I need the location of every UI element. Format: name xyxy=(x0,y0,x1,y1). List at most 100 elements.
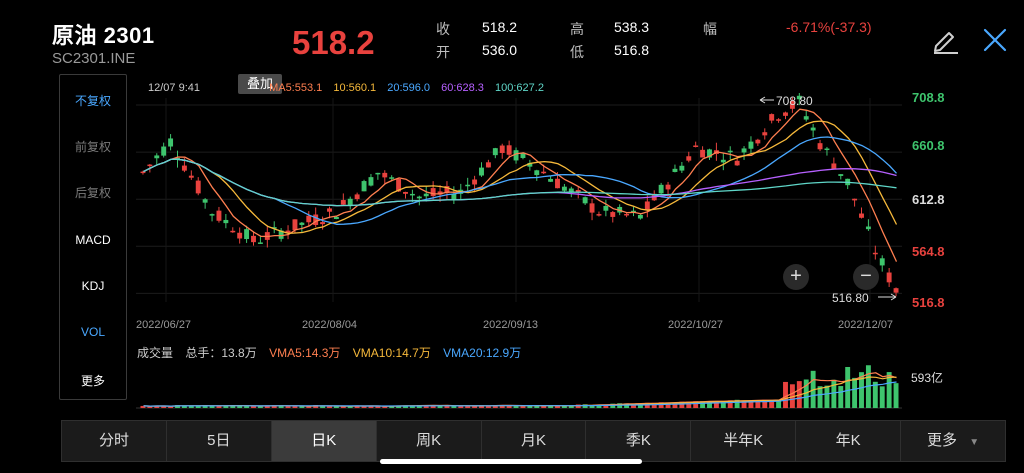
volume-label: 成交量 xyxy=(137,346,174,360)
tab-halfyear-k[interactable]: 半年K xyxy=(691,421,797,461)
candle-body xyxy=(872,252,878,255)
tab-daily-k[interactable]: 日K xyxy=(271,421,377,461)
vma10-legend: VMA10:14.7万 xyxy=(352,346,431,360)
volume-bar xyxy=(852,377,858,408)
candle-body xyxy=(257,242,263,244)
candle-body xyxy=(327,208,332,212)
candle-body xyxy=(575,190,581,192)
candle-body xyxy=(693,145,699,147)
candle-body xyxy=(154,155,160,159)
x-tick-label: 2022/12/07 xyxy=(838,319,893,331)
candle-body xyxy=(506,145,512,155)
vma20-legend: VMA20:12.9万 xyxy=(443,346,522,360)
candle-body xyxy=(472,179,478,185)
candle-body xyxy=(320,222,326,225)
candle-body xyxy=(340,200,346,205)
candle-body xyxy=(479,167,484,176)
volume-axis-max: 593亿 xyxy=(911,371,944,385)
candle-body xyxy=(251,235,256,243)
volume-bar xyxy=(824,385,830,408)
candle-body xyxy=(492,148,498,156)
volume-bar xyxy=(168,406,174,408)
candle-body xyxy=(555,178,560,189)
candle-body xyxy=(589,203,595,213)
candle-body xyxy=(700,149,706,158)
candle-body xyxy=(865,226,871,230)
volume-bar xyxy=(320,406,326,408)
candle-body xyxy=(409,193,415,196)
candle-body xyxy=(244,229,250,240)
candle-body xyxy=(734,160,740,166)
candle-body xyxy=(893,288,899,293)
volume-bar xyxy=(845,366,851,408)
candle-body xyxy=(769,114,775,121)
tab-intraday[interactable]: 分时 xyxy=(62,421,167,461)
candle-body xyxy=(347,198,353,206)
volume-bar xyxy=(520,406,526,408)
volume-bar xyxy=(893,383,899,408)
candle-body xyxy=(762,132,768,136)
volume-bar xyxy=(251,406,256,408)
candle-body xyxy=(230,230,236,233)
candle-body xyxy=(292,219,298,231)
y-tick-label: 660.8 xyxy=(912,138,945,153)
ma-line xyxy=(143,136,897,225)
candle-body xyxy=(637,214,643,219)
tab-monthly-k[interactable]: 月K xyxy=(482,421,587,461)
candle-body xyxy=(783,112,788,116)
zoom-in-button[interactable]: + xyxy=(783,264,809,290)
candle-body xyxy=(548,178,554,182)
ma-line xyxy=(143,108,898,262)
volume-bar xyxy=(831,379,837,408)
volume-total: 总手：13.8万 xyxy=(185,346,257,360)
low-arrow-icon xyxy=(878,293,897,301)
candle-body xyxy=(140,171,146,174)
tab-quarterly-k[interactable]: 季K xyxy=(586,421,692,461)
tab-weekly-k[interactable]: 周K xyxy=(377,421,482,461)
candle-body xyxy=(382,172,388,178)
candle-body xyxy=(624,213,630,216)
candle-body xyxy=(306,215,312,223)
candle-body xyxy=(389,177,395,179)
y-tick-label: 516.8 xyxy=(912,295,945,310)
volume-bar xyxy=(451,406,457,408)
tab-more[interactable]: 更多 ▼ xyxy=(901,421,1005,461)
candle-body xyxy=(817,143,823,150)
zoom-out-button[interactable]: − xyxy=(853,264,879,290)
y-tick-label: 708.8 xyxy=(912,90,945,105)
volume-bar xyxy=(285,406,291,408)
x-tick-label: 2022/09/13 xyxy=(483,319,538,331)
tab-5day[interactable]: 5日 xyxy=(167,421,272,461)
volume-bar xyxy=(838,386,844,408)
candle-body xyxy=(541,171,547,174)
tab-yearly-k[interactable]: 年K xyxy=(796,421,902,461)
candle-body xyxy=(644,201,650,211)
candle-body xyxy=(202,199,208,203)
candle-body xyxy=(741,148,747,153)
candle-body xyxy=(727,150,733,153)
kline-chart[interactable]: 708.8 660.8 612.8 564.8 516.8 2022/06/27 2022/… xyxy=(0,0,1024,473)
candle-body xyxy=(803,116,809,120)
volume-legend: 成交量 总手：13.8万 VMA5:14.3万 VMA10:14.7万 VMA2… xyxy=(137,344,530,361)
volume-bar xyxy=(817,386,823,408)
period-tabs: 分时 5日 日K 周K 月K 季K 半年K 年K 更多 ▼ xyxy=(61,420,1006,462)
candle-body xyxy=(216,210,222,221)
candle-body xyxy=(603,205,609,211)
candle-body xyxy=(168,138,174,147)
candle-body xyxy=(561,186,567,191)
candle-body xyxy=(181,165,187,171)
candle-body xyxy=(831,163,837,169)
candle-body xyxy=(658,184,664,194)
ma5-legend: MA5:553.1 xyxy=(269,82,323,94)
candle-body xyxy=(161,146,167,156)
candle-body xyxy=(672,168,678,172)
candle-body xyxy=(582,197,588,204)
candle-body xyxy=(416,196,422,199)
candle-body xyxy=(147,164,153,167)
candle-body xyxy=(209,214,215,216)
ma-line xyxy=(143,120,898,235)
candle-body xyxy=(430,188,436,197)
candle-body xyxy=(665,184,671,190)
tab-more-label: 更多 xyxy=(927,432,958,449)
ma100-legend: 100:627.2 xyxy=(495,82,544,94)
